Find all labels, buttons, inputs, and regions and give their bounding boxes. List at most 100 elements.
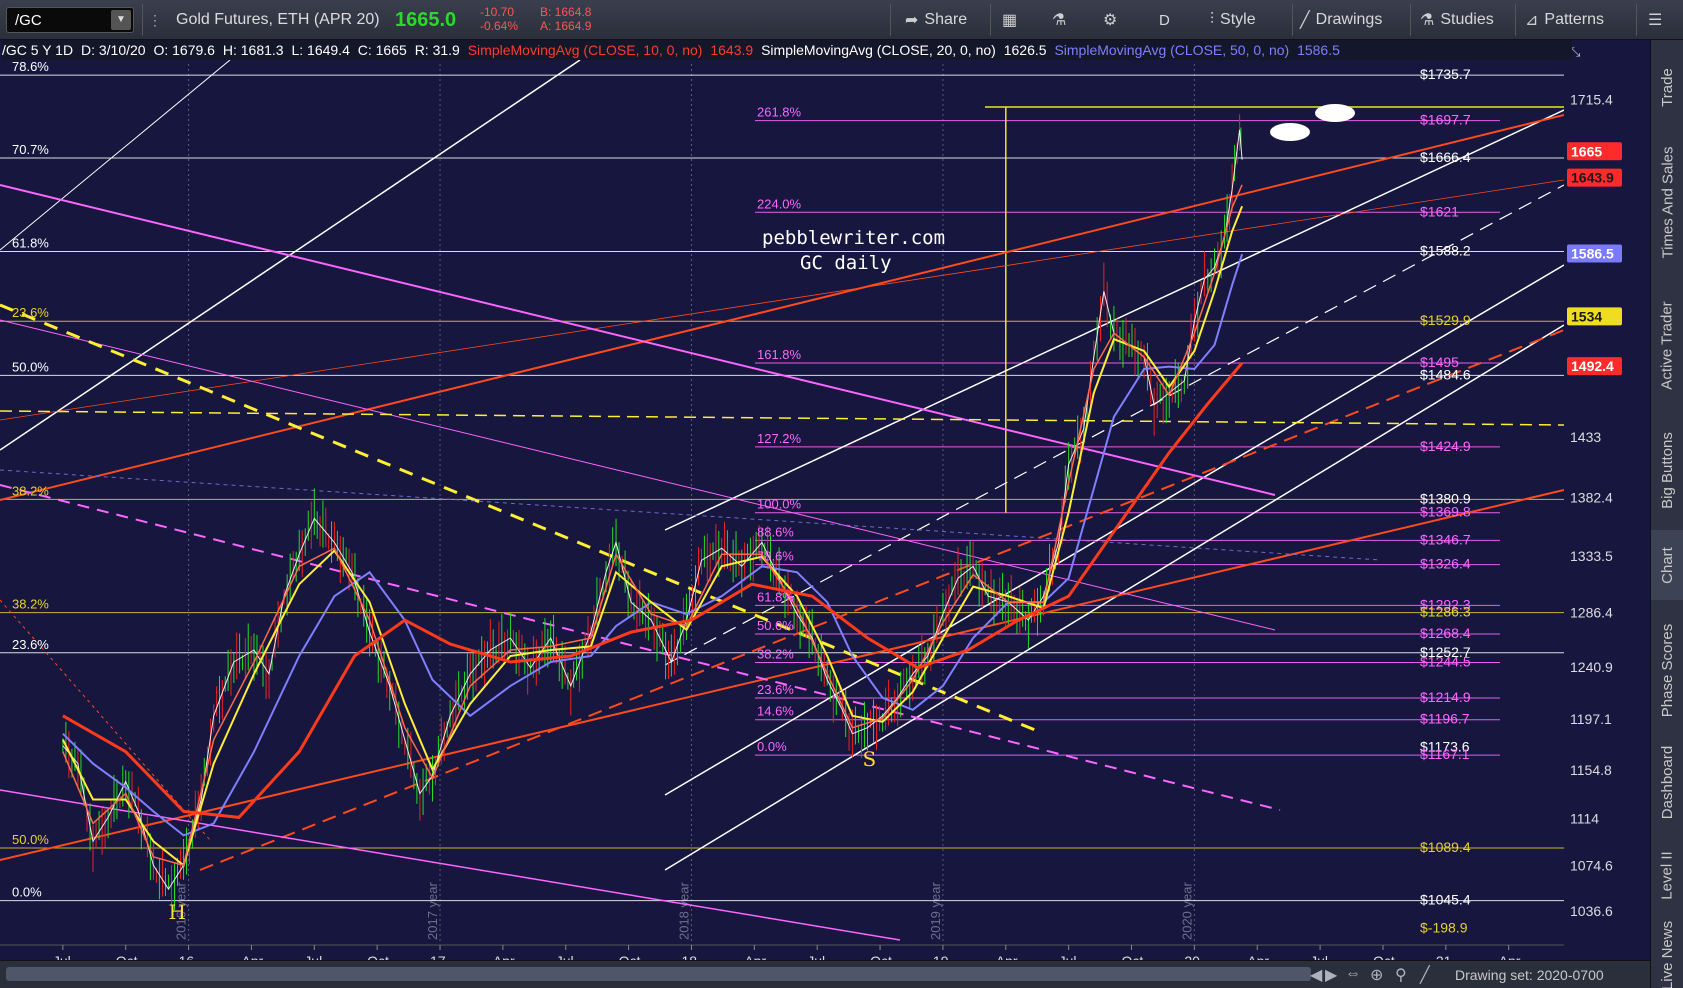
sma10-label[interactable]: SimpleMovingAvg (CLOSE, 10, 0, no) (468, 40, 703, 60)
sidebar-tab-active-trader[interactable]: Active Trader (1651, 280, 1683, 410)
right-price-label: $1167.1 (1420, 746, 1470, 762)
y-tick-label: 1114 (1570, 811, 1599, 827)
drag-handle-icon[interactable]: ⋮ (148, 12, 162, 29)
chart-desc: /GC 5 Y 1D (2, 42, 74, 58)
change-value: -10.70 (480, 5, 515, 19)
x-tick-label: Oct (870, 953, 892, 960)
patterns-icon: ⊿ (1525, 12, 1539, 29)
zoom-icon[interactable]: ⚲ (1395, 965, 1407, 985)
flask-button[interactable]: ⚗ (1052, 9, 1066, 31)
right-price-label: $-198.9 (1420, 920, 1468, 936)
bar-open: O: 1679.6 (153, 42, 215, 58)
fib-extension-label: 38.2% (757, 647, 794, 662)
bid-value: B: 1664.8 (540, 5, 592, 19)
x-tick-label: 18 (681, 953, 697, 960)
studies-button[interactable]: ⚗ Studies (1420, 9, 1494, 31)
layout-button[interactable]: ▦ (1002, 9, 1017, 31)
x-tick-label: Oct (116, 953, 138, 960)
right-price-label: $1369.8 (1420, 504, 1471, 520)
fib-level-label: 0.0% (12, 885, 42, 900)
divider (1636, 4, 1637, 36)
share-icon: ➦ (905, 12, 919, 29)
sidebar-tab-chart[interactable]: Chart (1651, 530, 1683, 600)
fib-extension-label: 100.0% (757, 497, 802, 512)
sidebar-tab-times-and-sales[interactable]: Times And Sales (1651, 135, 1683, 270)
sidebar-tab-level-ii[interactable]: Level II (1651, 835, 1683, 915)
divider (1292, 4, 1293, 36)
patterns-button[interactable]: ⊿ Patterns (1525, 9, 1604, 31)
symbol-dropdown-icon[interactable]: ▼ (111, 10, 131, 30)
bar-low: L: 1649.4 (291, 42, 350, 58)
fib-extension-label: 224.0% (757, 196, 802, 211)
sidebar-tab-label: Level II (1659, 850, 1676, 900)
right-price-label: $1196.7 (1420, 711, 1470, 727)
sidebar-tab-trade[interactable]: Trade (1651, 50, 1683, 125)
pattern-annotation: S (862, 747, 876, 771)
drawing-set-label[interactable]: Drawing set: 2020-0700 (1455, 967, 1604, 983)
symbol-input[interactable]: /GC ▼ (6, 7, 134, 33)
sidebar-tab-dashboard[interactable]: Dashboard (1651, 735, 1683, 830)
sma20-label[interactable]: SimpleMovingAvg (CLOSE, 20, 0, no) (761, 40, 996, 60)
x-tick-label: 20 (1184, 953, 1200, 960)
x-tick-label: Apr (1499, 953, 1521, 960)
horizontal-scrollbar[interactable] (6, 967, 1311, 981)
x-tick-label: Jul (1059, 953, 1077, 960)
scroll-left-icon[interactable]: ◀ (1310, 965, 1322, 985)
drawing-tool-icon[interactable]: ╱ (1420, 965, 1430, 985)
year-label: 2018 year (676, 882, 691, 940)
period-label: D (1159, 11, 1170, 29)
scrollbar-thumb[interactable] (6, 967, 1311, 981)
sidebar-tab-label: Big Buttons (1659, 431, 1676, 509)
sidebar-tab-big-buttons[interactable]: Big Buttons (1651, 420, 1683, 520)
sidebar-tab-live-news[interactable]: Live News (1651, 920, 1683, 988)
sma50-label[interactable]: SimpleMovingAvg (CLOSE, 50, 0, no) (1054, 40, 1289, 60)
drawings-button[interactable]: ╱ Drawings (1300, 9, 1382, 31)
pattern-annotation: H (168, 900, 185, 924)
drawings-label: Drawings (1315, 11, 1383, 28)
right-price-label: $1484.6 (1420, 366, 1471, 382)
year-label: 2019 year (928, 882, 943, 940)
menu-button[interactable]: ☰ (1648, 9, 1662, 31)
price-tag-text: 1492.4 (1571, 358, 1614, 374)
fib-extension-label: 14.6% (757, 704, 794, 719)
right-price-label: $1346.7 (1420, 531, 1471, 547)
bar-close: C: 1665 (357, 42, 407, 58)
right-price-label: $1326.4 (1420, 556, 1471, 572)
price-chart[interactable]: 2016 year 2017 year 2018 year 2019 year 2020… (0, 40, 1650, 960)
marker-oval (1270, 123, 1310, 141)
watermark-line2: GC daily (800, 252, 892, 274)
x-tick-label: 17 (430, 953, 446, 960)
divider (1515, 4, 1516, 36)
divider (890, 4, 891, 36)
fib-extension-label: 261.8% (757, 105, 802, 120)
gear-icon: ⚙ (1103, 12, 1118, 29)
ask-value: A: 1664.9 (540, 19, 592, 33)
sidebar-tab-label: Dashboard (1659, 745, 1677, 820)
x-tick-label: Jul (53, 953, 71, 960)
style-icon: ⫶ (1210, 11, 1215, 28)
price-tag-text: 1586.5 (1571, 246, 1614, 262)
scroll-right-icon[interactable]: ▶ (1325, 965, 1337, 985)
fib-level-label: 61.8% (12, 236, 49, 251)
fib-extension-label: 88.6% (757, 524, 794, 539)
x-tick-label: Jul (556, 953, 574, 960)
period-button[interactable]: D (1159, 9, 1170, 31)
right-sidebar: Trade Times And Sales Active Trader Big But… (1650, 40, 1683, 988)
pan-icon[interactable]: ⇔ (1345, 965, 1361, 983)
fib-level-label: 70.7% (12, 142, 49, 157)
y-tick-label: 1240.9 (1570, 659, 1613, 675)
divider (1410, 4, 1411, 36)
settings-button[interactable]: ⚙ (1103, 9, 1117, 31)
style-button[interactable]: ⫶ Style (1210, 9, 1256, 31)
last-price: 1665.0 (395, 9, 457, 31)
sidebar-tab-phase-scores[interactable]: Phase Scores (1651, 610, 1683, 730)
right-price-label: $1588.2 (1420, 243, 1471, 259)
change-percent: -0.64% (480, 19, 519, 33)
crosshair-icon[interactable]: ⊕ (1370, 965, 1383, 985)
y-tick-label: 1333.5 (1570, 548, 1613, 564)
thinkorswim-window: /GC ▼ ⋮ Gold Futures, ETH (APR 20) 1665.… (0, 0, 1683, 988)
share-button[interactable]: ➦ Share (905, 9, 967, 31)
change-block: -10.70 -0.64% (480, 5, 518, 33)
price-tag-text: 1665 (1571, 143, 1602, 159)
sma20-value: 1626.5 (1003, 42, 1047, 58)
